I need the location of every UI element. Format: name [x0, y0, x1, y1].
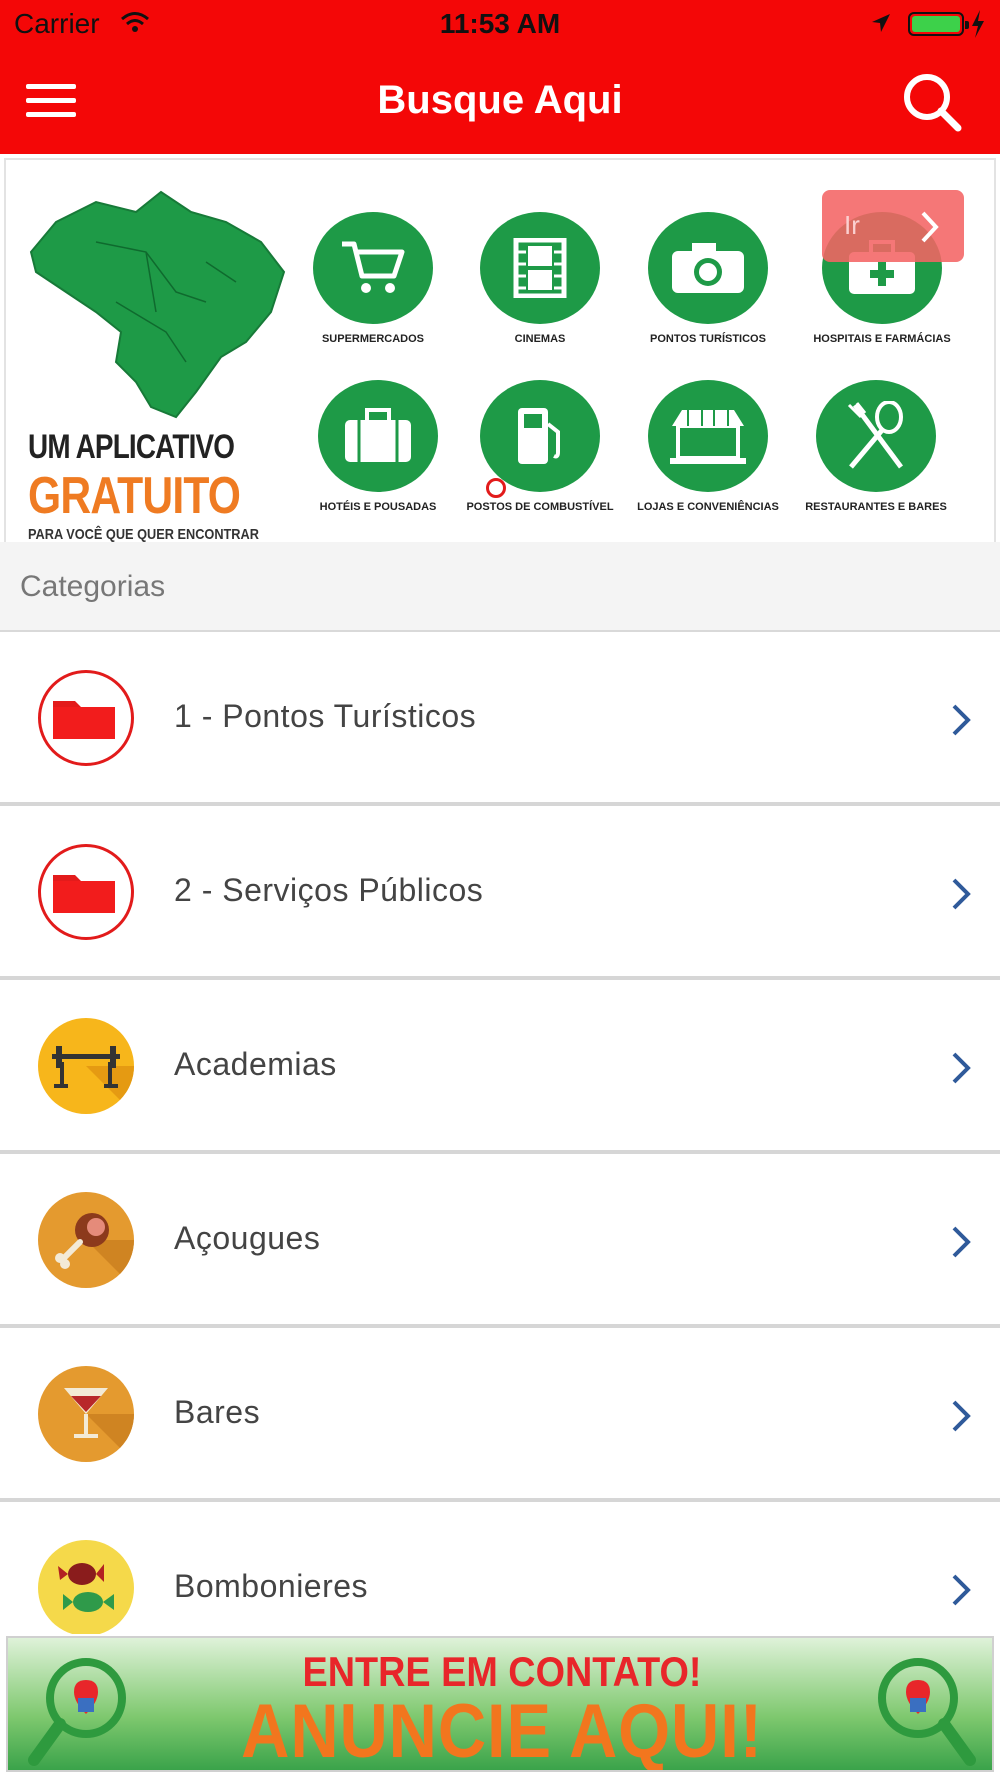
banner-category-lojas-conveniencias: LOJAS E CONVENIÊNCIAS — [623, 380, 793, 514]
banner-category-cinemas: CINEMAS — [455, 212, 625, 346]
cutlery-icon — [847, 401, 904, 469]
magnifier-pin-icon — [878, 1658, 976, 1766]
search-icon[interactable] — [900, 70, 964, 134]
chevron-right-icon — [952, 878, 971, 910]
banner-go-button[interactable]: Ir — [822, 190, 964, 262]
store-icon — [670, 410, 746, 464]
chevron-right-icon — [952, 704, 971, 736]
page-indicator-dot[interactable] — [486, 478, 506, 498]
candy-icon — [38, 1540, 134, 1636]
category-label: Academias — [174, 1046, 337, 1082]
category-label: 2 - Serviços Públicos — [174, 872, 484, 908]
chevron-right-icon — [921, 211, 939, 243]
category-row-academias[interactable]: Academias — [0, 980, 1000, 1154]
banner-category-hoteis-pousadas: HOTÉIS E POUSADAS — [293, 380, 463, 514]
category-label: Açougues — [174, 1220, 321, 1256]
page-title: Busque Aqui — [377, 78, 623, 122]
banner-category-restaurantes-bares: RESTAURANTES E BARES — [791, 380, 961, 514]
hamburger-menu-icon[interactable] — [26, 80, 76, 120]
fuel-icon — [518, 408, 560, 464]
status-bar: Carrier 11:53 AM — [0, 0, 1000, 50]
chevron-right-icon — [952, 1226, 971, 1258]
camera-icon — [672, 243, 744, 293]
banner-slogan-line2: GRATUITO — [28, 467, 241, 525]
banner-category-postos-combustivel: POSTOS DE COMBUSTÍVEL — [455, 380, 625, 514]
section-header-label: Categorias — [20, 570, 166, 603]
banner-slogan-line1: UM APLICATIVO — [28, 428, 235, 466]
charging-bolt-icon — [972, 10, 984, 38]
meat-icon — [38, 1192, 134, 1288]
category-row-pontos-turisticos[interactable]: 1 - Pontos Turísticos — [0, 632, 1000, 806]
categories-section-header: Categorias — [0, 542, 1000, 632]
folder-icon — [38, 670, 134, 766]
chevron-right-icon — [952, 1052, 971, 1084]
cart-icon — [342, 241, 405, 293]
category-label: 1 - Pontos Turísticos — [174, 698, 477, 734]
banner-category-pontos-turisticos: PONTOS TURÍSTICOS — [623, 212, 793, 346]
chevron-right-icon — [952, 1574, 971, 1606]
suitcase-icon — [345, 408, 411, 462]
chevron-right-icon — [952, 1400, 971, 1432]
category-row-acougues[interactable]: Açougues — [0, 1154, 1000, 1328]
banner-category-supermercados: SUPERMERCADOS — [288, 212, 458, 346]
category-row-bares[interactable]: Bares — [0, 1328, 1000, 1502]
brazil-map-icon — [29, 190, 286, 419]
location-arrow-icon — [872, 14, 890, 32]
cocktail-icon — [38, 1366, 134, 1462]
barbell-icon — [38, 1018, 134, 1114]
ad-line2: ANUNCIE AQUI! — [241, 1689, 763, 1772]
category-row-servicos-publicos[interactable]: 2 - Serviços Públicos — [0, 806, 1000, 980]
battery-icon — [908, 12, 969, 36]
navigation-bar: Busque Aqui — [0, 50, 1000, 154]
clock: 11:53 AM — [439, 8, 561, 39]
category-label: Bombonieres — [174, 1568, 369, 1604]
film-icon — [513, 238, 567, 298]
folder-icon — [38, 844, 134, 940]
banner-slogan-line3: PARA VOCÊ QUE QUER ENCONTRAR — [28, 526, 259, 543]
advertisement-banner[interactable]: ENTRE EM CONTATO! ANUNCIE AQUI! — [0, 1634, 1000, 1778]
category-label: Bares — [174, 1394, 261, 1430]
promo-banner[interactable]: UM APLICATIVO GRATUITO PARA VOCÊ QUE QUE… — [0, 154, 1000, 543]
